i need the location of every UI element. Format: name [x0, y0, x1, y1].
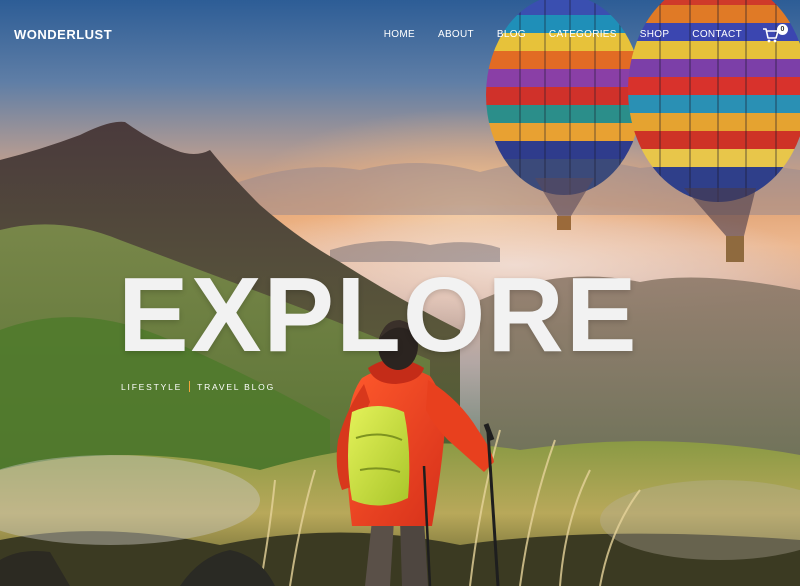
nav-item-contact[interactable]: CONTACT — [692, 29, 742, 40]
hero-headline: EXPLORE — [118, 256, 639, 374]
cart-count-badge: 0 — [777, 24, 788, 35]
nav-item-categories[interactable]: CATEGORIES — [549, 29, 617, 40]
nav-item-blog[interactable]: BLOG — [497, 29, 526, 40]
main-navigation: HOME ABOUT BLOG CATEGORIES SHOP CONTACT — [384, 29, 742, 40]
tagline-lifestyle: LIFESTYLE — [121, 381, 183, 392]
tagline-travel-blog: TRAVEL BLOG — [197, 381, 275, 392]
tagline-divider — [189, 381, 191, 392]
nav-item-home[interactable]: HOME — [384, 29, 415, 40]
nav-item-shop[interactable]: SHOP — [640, 29, 670, 40]
site-logo[interactable]: WONDERLUST — [14, 27, 112, 42]
nav-item-about[interactable]: ABOUT — [438, 29, 474, 40]
hero-tagline: LIFESTYLE TRAVEL BLOG — [121, 381, 275, 392]
